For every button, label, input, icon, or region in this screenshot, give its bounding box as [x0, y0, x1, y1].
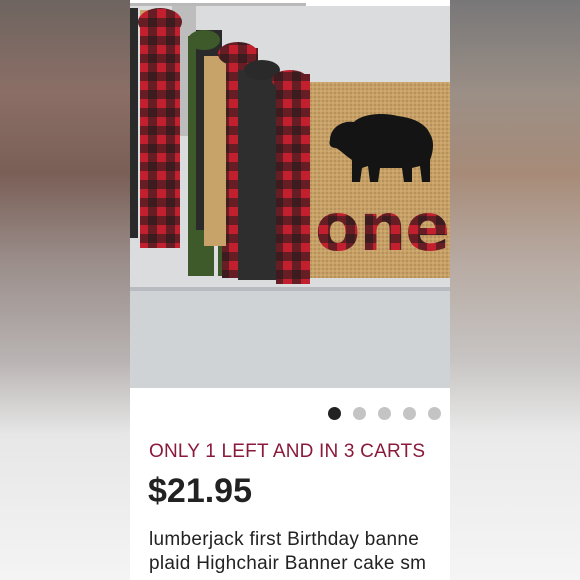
scroll-progress-bar: [130, 3, 306, 6]
image-top-bar: [130, 0, 450, 6]
blurred-background-right: [450, 0, 580, 580]
product-image-carousel[interactable]: one: [130, 0, 450, 388]
carousel-dots: [130, 407, 450, 421]
banner-one-text: one: [315, 189, 449, 266]
carousel-dot[interactable]: [428, 407, 441, 420]
listing-title-line2[interactable]: plaid Highchair Banner cake sm: [149, 553, 426, 575]
carousel-dot[interactable]: [328, 407, 341, 420]
blurred-background-left: [0, 0, 130, 580]
product-photo: one: [130, 0, 450, 388]
carousel-dot[interactable]: [378, 407, 391, 420]
carousel-dot[interactable]: [353, 407, 366, 420]
listing-title-line1[interactable]: lumberjack first Birthday banne: [149, 529, 419, 551]
mobile-listing-screen: one ONLY 1 LEFT AND IN 3 CARTS $21.95 lu…: [130, 0, 450, 580]
price: $21.95: [148, 472, 252, 510]
carousel-dot[interactable]: [403, 407, 416, 420]
stock-notice: ONLY 1 LEFT AND IN 3 CARTS: [149, 441, 426, 462]
